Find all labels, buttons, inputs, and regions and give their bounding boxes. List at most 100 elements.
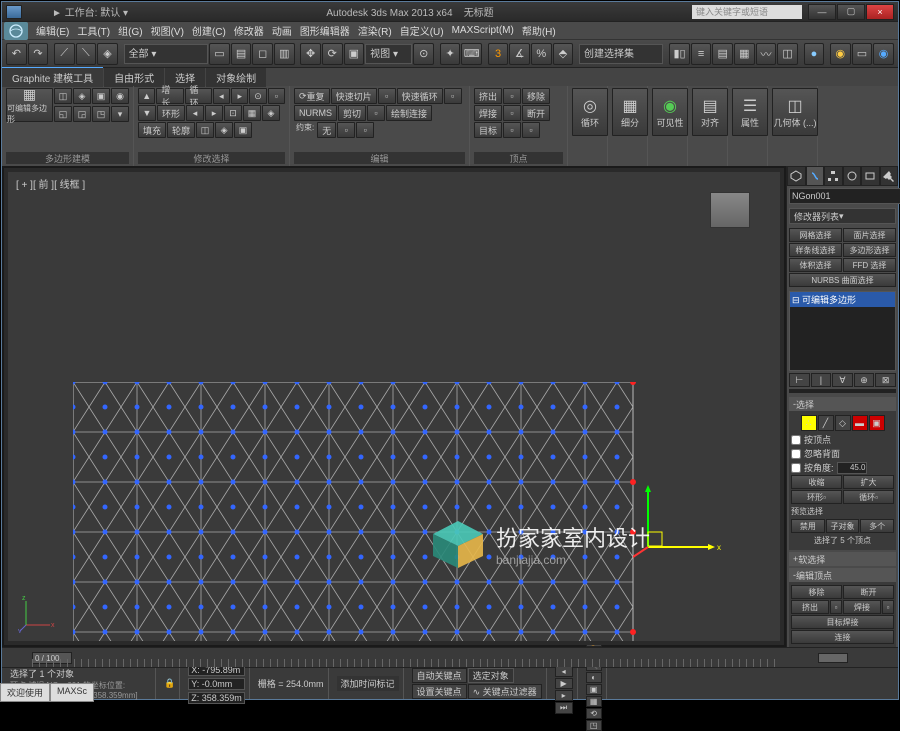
viewcube[interactable] (710, 192, 750, 228)
mirror-button[interactable]: ▮▯ (669, 43, 690, 65)
vert-weld[interactable]: 焊接 (843, 600, 881, 614)
play-play[interactable]: ▶ (555, 678, 573, 689)
play-prev[interactable]: ◂ (555, 666, 573, 677)
prev-sub[interactable]: 子对象 (826, 519, 860, 533)
close-button[interactable]: × (866, 4, 894, 20)
lock-icon[interactable]: 🔒 (164, 678, 175, 689)
render-button[interactable]: ◉ (873, 43, 894, 65)
rb-c2[interactable]: ▫ (356, 122, 374, 138)
cut-btn[interactable]: 剪切 (338, 105, 366, 121)
rb-2[interactable]: ◈ (73, 88, 91, 104)
sub-mesh-sel[interactable]: 网格选择 (789, 228, 842, 242)
fill-btn[interactable]: 填充 (138, 122, 166, 138)
play-end[interactable]: ⏭ (555, 702, 573, 714)
rb-r1[interactable]: ◂ (186, 105, 204, 121)
ring-btn2[interactable]: 环形▫ (791, 490, 842, 504)
rb-8[interactable]: ▾ (111, 106, 129, 122)
menu-grapheditors[interactable]: 图形编辑器 (296, 23, 354, 38)
epoly-button[interactable]: ▦可编辑多边形 (6, 88, 53, 122)
grow-sel-btn[interactable]: 扩大 (843, 475, 894, 489)
cmdtab-modify[interactable] (806, 166, 825, 186)
rb-5[interactable]: ◱ (54, 106, 72, 122)
sub-nurbs-sel[interactable]: NURBS 曲面选择 (789, 273, 896, 287)
keyfilter-btn[interactable]: ∿ 关键点过滤器 (468, 684, 542, 699)
vext-btn[interactable]: 挤出 (474, 88, 502, 104)
rb-r4[interactable]: ▦ (243, 105, 261, 121)
ribbon-toggle[interactable]: ▦ (734, 43, 755, 65)
application-icon[interactable] (4, 22, 28, 40)
trackbar-slider[interactable] (818, 653, 848, 663)
maxscript-tab-welcome[interactable]: 欢迎使用 (0, 683, 50, 702)
ribtab-freeform[interactable]: 自由形式 (104, 68, 164, 87)
menu-tools[interactable]: 工具(T) (73, 23, 114, 38)
cmdtab-motion[interactable] (843, 166, 862, 186)
rb-r2[interactable]: ▸ (205, 105, 223, 121)
subobj-polygon[interactable]: ▬ (852, 415, 868, 431)
pconn-btn[interactable]: 绘制连接 (386, 105, 432, 121)
sub-ffd-sel[interactable]: FFD 选择 (843, 258, 896, 272)
subobj-vertex[interactable]: ∴ (801, 415, 817, 431)
addtime-btn[interactable]: 添加时间标记 (337, 676, 399, 691)
nav-zoomall[interactable]: ▦ (586, 696, 602, 707)
undo-button[interactable]: ↶ (6, 43, 27, 65)
loop-btn2[interactable]: 循环▫ (843, 490, 894, 504)
rb-o3[interactable]: ▣ (234, 122, 252, 138)
rb-l1[interactable]: ◂ (213, 88, 230, 104)
grow-txt[interactable]: 增长 (156, 88, 183, 104)
rb-v4[interactable]: ▫ (522, 122, 540, 138)
render-frame-button[interactable]: ▭ (852, 43, 873, 65)
chk-ignoreback[interactable] (791, 449, 801, 459)
schematic-button[interactable]: ◫ (777, 43, 798, 65)
mesh-object[interactable] (73, 382, 653, 645)
sub-poly-sel[interactable]: 多边形选择 (843, 243, 896, 257)
help-search[interactable]: 键入关键字或短语 (692, 5, 802, 19)
vert-extrude[interactable]: 挤出 (791, 600, 829, 614)
menu-views[interactable]: 视图(V) (147, 23, 188, 38)
menu-modifiers[interactable]: 修改器 (230, 23, 268, 38)
psnap-button[interactable]: % (531, 43, 552, 65)
subobj-border[interactable]: ◇ (835, 415, 851, 431)
refcoord-dropdown[interactable]: 视图 ▾ (365, 44, 412, 64)
vert-break[interactable]: 断开 (843, 585, 894, 599)
select-name-button[interactable]: ▤ (231, 43, 252, 65)
link-button[interactable]: ⟋ (54, 43, 75, 65)
stack-config[interactable]: ⊠ (875, 373, 896, 387)
autokey-btn[interactable]: 自动关键点 (412, 668, 467, 683)
nav-zoomext[interactable]: ▣ (586, 684, 602, 695)
curve-editor-button[interactable]: 〰 (756, 43, 777, 65)
viewport[interactable]: [ + ][ 前 ][ 线框 ] (4, 168, 784, 645)
rollout-softsel[interactable]: + 软选择 (789, 552, 896, 566)
sub-spline-sel[interactable]: 样条线选择 (789, 243, 842, 257)
rb-7[interactable]: ◳ (92, 106, 110, 122)
vweld-btn[interactable]: 焊接 (474, 105, 502, 121)
unlink-button[interactable]: ⟍ (76, 43, 97, 65)
pivot-button[interactable]: ⊙ (413, 43, 434, 65)
rb-o1[interactable]: ◫ (196, 122, 214, 138)
ribtab-objpaint[interactable]: 对象绘制 (206, 68, 266, 87)
rb-v1[interactable]: ▫ (503, 88, 521, 104)
align-button[interactable]: ≡ (691, 43, 712, 65)
rb-3[interactable]: ▣ (92, 88, 110, 104)
rb-l4[interactable]: ▫ (268, 88, 285, 104)
qslice-btn[interactable]: 快速切片 (331, 88, 377, 104)
object-name-input[interactable] (789, 188, 900, 204)
stack-pin[interactable]: ⊢ (789, 373, 810, 387)
subobj-edge[interactable]: ╱ (818, 415, 834, 431)
cmdtab-display[interactable] (861, 166, 880, 186)
rb-r3[interactable]: ⊡ (224, 105, 242, 121)
render-setup-button[interactable]: ◉ (830, 43, 851, 65)
nav-orbit[interactable]: ⟲ (586, 708, 602, 719)
coord-y[interactable]: Y: -0.0mm (188, 678, 245, 690)
menu-rendering[interactable]: 渲染(R) (354, 23, 396, 38)
app-menu-icon[interactable] (6, 5, 22, 19)
rb-e2[interactable]: ▫ (444, 88, 462, 104)
select-rect-button[interactable]: ◻ (252, 43, 273, 65)
cmdtab-hierarchy[interactable] (824, 166, 843, 186)
rb-v3[interactable]: ▫ (503, 122, 521, 138)
scale-button[interactable]: ▣ (344, 43, 365, 65)
subd-btn[interactable]: ▦细分 (612, 88, 648, 136)
rb-e1[interactable]: ▫ (378, 88, 396, 104)
nurms-btn[interactable]: NURMS (294, 105, 337, 121)
chk-byvertex[interactable] (791, 435, 801, 445)
vtarg-btn[interactable]: 目标 (474, 122, 502, 138)
